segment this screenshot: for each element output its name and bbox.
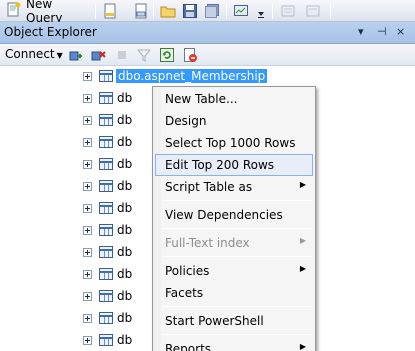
menu-separator [163,200,313,201]
tree-row-label: dbo.aspnet_Membership [116,69,268,83]
disabled-icon [280,3,296,19]
expand-icon[interactable] [83,138,92,147]
save-all-icon[interactable] [204,3,220,19]
expand-icon[interactable] [83,72,92,81]
menu-item-reports[interactable]: Reports ▶ [155,338,313,351]
submenu-arrow-icon: ▶ [299,264,306,273]
tree-row-label: db [117,333,133,347]
table-icon [99,268,113,280]
expand-icon[interactable] [83,270,92,279]
tree-row-label: db [117,311,133,325]
pin-icon[interactable]: ⊣ [377,25,387,38]
menu-item-label: Reports [165,342,212,351]
disconnect-icon[interactable] [90,47,106,63]
menu-item-label: Facets [165,286,204,300]
menu-item-script-table-as[interactable]: Script Table as ▶ [155,176,313,198]
menu-separator [163,334,313,335]
connect-button[interactable]: Connect ▼ [5,47,63,61]
menu-item-edit-top-200[interactable]: Edit Top 200 Rows [155,154,313,176]
refresh-icon[interactable] [159,47,175,63]
menu-item-label: Script Table as [165,180,253,194]
query-icon[interactable] [102,3,118,19]
tree-row-label: db [117,179,133,193]
tree-row-label: db [117,245,133,259]
expand-icon[interactable] [83,94,92,103]
menu-item-label: New Table... [165,92,238,106]
menu-item-label: Full-Text index [165,236,250,250]
expand-icon[interactable] [83,248,92,257]
new-query-button[interactable]: New Query [6,0,92,25]
menu-separator [163,228,313,229]
query2-icon[interactable] [133,3,149,19]
menu-item-label: Start PowerShell [165,314,264,328]
context-menu: New Table... Design Select Top 1000 Rows… [152,86,316,351]
expand-icon[interactable] [83,314,92,323]
tree-row-label: db [117,289,133,303]
menu-item-policies[interactable]: Policies ▶ [155,260,313,282]
object-explorer-title: Object Explorer [4,25,97,39]
object-explorer-titlebar: Object Explorer ▾ ⊣ × [0,22,415,44]
menu-item-select-top-1000[interactable]: Select Top 1000 Rows [155,132,313,154]
expand-icon[interactable] [83,182,92,191]
tree-row-label: db [117,157,133,171]
connect-label: Connect [5,47,55,61]
expand-icon[interactable] [83,116,92,125]
table-icon [99,312,113,324]
submenu-arrow-icon: ▶ [299,342,306,351]
object-explorer-toolbar: Connect ▼ [0,44,415,66]
connect-icon[interactable] [68,47,84,63]
window-position-icon[interactable]: ▾ [358,25,364,38]
activity-monitor-icon[interactable] [233,3,249,19]
menu-item-design[interactable]: Design [155,110,313,132]
expand-icon[interactable] [83,292,92,301]
expand-icon[interactable] [83,336,92,345]
table-icon [99,246,113,258]
menu-item-label: Design [165,114,207,128]
menu-item-new-table[interactable]: New Table... [155,88,313,110]
close-icon[interactable]: × [396,25,405,38]
menu-item-label: Select Top 1000 Rows [165,136,296,150]
disabled2-icon [305,3,321,19]
submenu-arrow-icon: ▶ [299,236,306,245]
table-icon [99,70,113,82]
menu-item-full-text-index: Full-Text index ▶ [155,232,313,254]
stop-icon [114,47,130,63]
save-icon[interactable] [182,3,198,19]
open-folder-icon[interactable] [160,3,176,19]
expand-icon[interactable] [83,204,92,213]
report-icon[interactable] [182,47,198,63]
filter-icon [136,47,152,63]
new-query-icon [6,2,22,21]
menu-item-label: Policies [165,264,210,278]
tree-row-label: db [117,113,133,127]
table-icon [99,92,113,104]
tree-row-label: db [117,267,133,281]
tree-row-label: db [117,223,133,237]
table-icon [99,136,113,148]
tree-row-label: db [117,135,133,149]
menu-item-start-powershell[interactable]: Start PowerShell [155,310,313,332]
tree-row-label: db [117,201,133,215]
menu-separator [163,256,313,257]
menu-separator [163,306,313,307]
submenu-arrow-icon: ▶ [299,180,306,189]
menu-item-label: Edit Top 200 Rows [165,158,275,172]
table-icon [99,334,113,346]
tree-row[interactable]: dbo.aspnet_Membership [0,68,415,85]
table-icon [99,114,113,126]
table-icon [99,290,113,302]
chevron-down-icon: ▼ [56,51,63,60]
table-icon [99,180,113,192]
table-icon [99,158,113,170]
menu-item-facets[interactable]: Facets [155,282,313,304]
main-toolbar: New Query [0,0,415,25]
menu-item-view-dependencies[interactable]: View Dependencies [155,204,313,226]
menu-item-label: View Dependencies [165,208,283,222]
table-icon [99,202,113,214]
tree-row-label: db [117,91,133,105]
expand-icon[interactable] [83,160,92,169]
table-icon [99,224,113,236]
expand-icon[interactable] [83,226,92,235]
